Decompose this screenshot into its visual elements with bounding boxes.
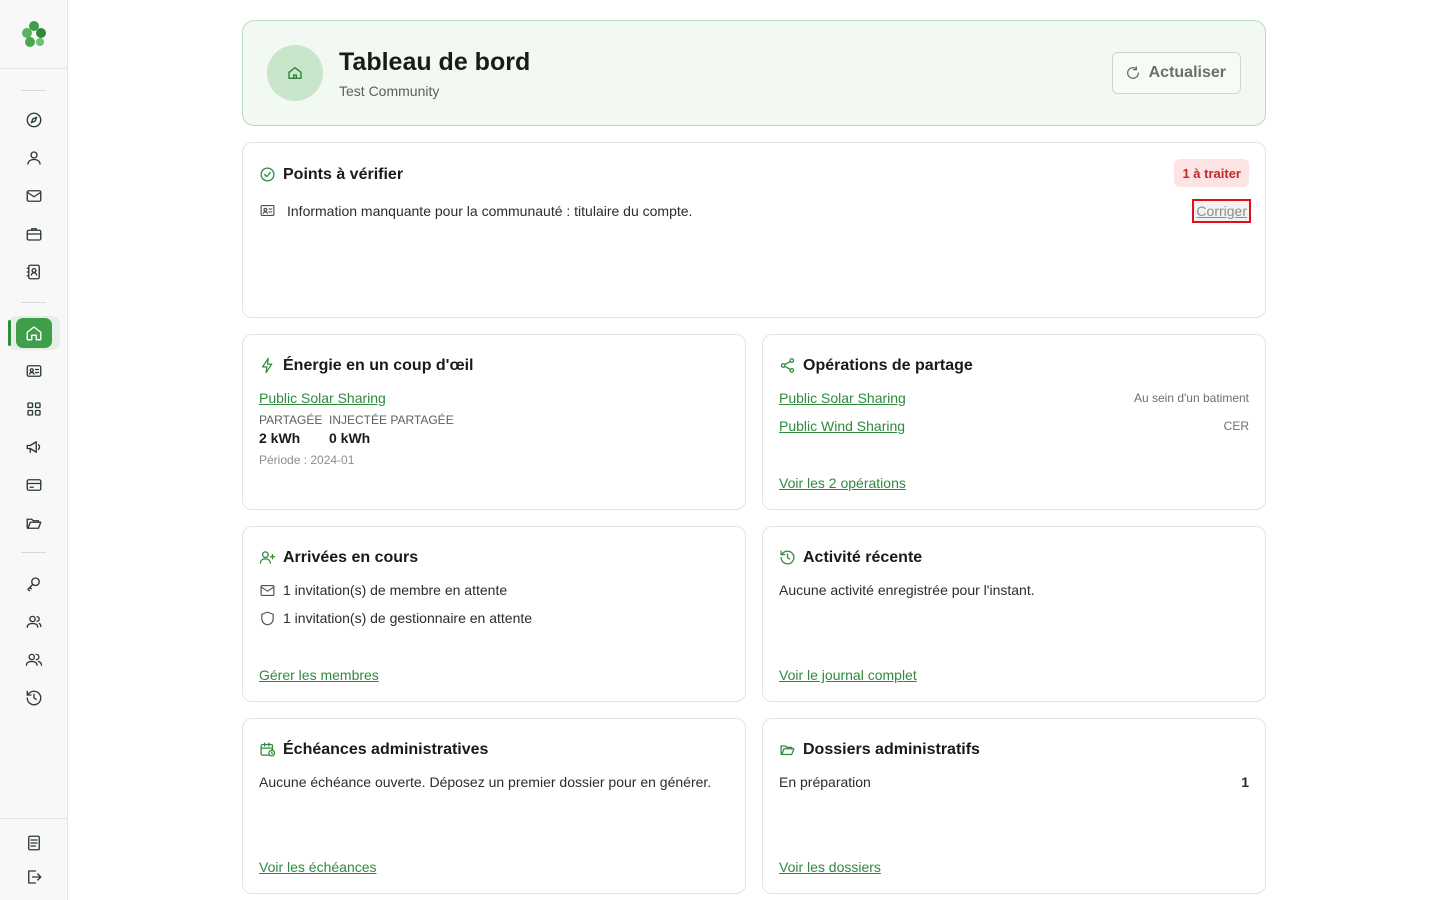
megaphone-icon[interactable] bbox=[23, 436, 45, 458]
checks-title: Points à vérifier bbox=[283, 166, 404, 183]
shared-value: 2 kWh bbox=[259, 430, 301, 446]
history-icon bbox=[779, 549, 797, 567]
check-circle-icon bbox=[259, 166, 277, 184]
credit-card-icon[interactable] bbox=[23, 474, 45, 496]
mail-icon[interactable] bbox=[23, 185, 45, 207]
files-status-count: 1 bbox=[1241, 774, 1249, 790]
user-icon[interactable] bbox=[23, 147, 45, 169]
sidebar-divider bbox=[21, 90, 46, 91]
briefcase-icon[interactable] bbox=[23, 223, 45, 245]
contact-book-icon[interactable] bbox=[23, 261, 45, 283]
energy-title: Énergie en un coup d'œil bbox=[283, 357, 474, 374]
grid-icon[interactable] bbox=[23, 398, 45, 420]
manage-members-link[interactable]: Gérer les membres bbox=[259, 667, 379, 683]
activity-title: Activité récente bbox=[803, 549, 923, 566]
operation-link[interactable]: Public Wind Sharing bbox=[779, 418, 905, 434]
clover-logo[interactable] bbox=[19, 19, 49, 49]
sidebar-divider bbox=[21, 302, 46, 303]
manager-invites-text: 1 invitation(s) de gestionnaire en atten… bbox=[283, 610, 533, 626]
view-operations-link[interactable]: Voir les 2 opérations bbox=[779, 475, 906, 491]
operations-card: Opérations de partage Public Solar Shari… bbox=[762, 334, 1266, 510]
operation-type: CER bbox=[1223, 419, 1249, 433]
checks-card: Points à vérifier 1 à traiter Informatio… bbox=[242, 142, 1266, 318]
activity-card: Activité récente Aucune activité enregis… bbox=[762, 526, 1266, 702]
home-icon bbox=[267, 45, 323, 101]
arrivals-card: Arrivées en cours 1 invitation(s) de mem… bbox=[242, 526, 746, 702]
lightning-icon bbox=[259, 357, 277, 375]
nav-active-indicator bbox=[8, 320, 11, 346]
folder-open-icon bbox=[779, 741, 797, 759]
journal-link[interactable]: Voir le journal complet bbox=[779, 667, 917, 683]
compass-icon[interactable] bbox=[23, 109, 45, 131]
deadlines-card: Échéances administratives Aucune échéanc… bbox=[242, 718, 746, 894]
activity-empty-text: Aucune activité enregistrée pour l'insta… bbox=[779, 582, 1035, 598]
id-card-icon[interactable] bbox=[23, 360, 45, 382]
energy-card: Énergie en un coup d'œil Public Solar Sh… bbox=[242, 334, 746, 510]
deadlines-empty-text: Aucune échéance ouverte. Déposez un prem… bbox=[259, 774, 712, 790]
sidebar bbox=[0, 0, 68, 900]
users-alt-icon[interactable] bbox=[23, 649, 45, 671]
files-title: Dossiers administratifs bbox=[803, 741, 980, 758]
shared-label: PARTAGÉE bbox=[259, 413, 323, 427]
pending-count-badge: 1 à traiter bbox=[1174, 159, 1249, 187]
operations-title: Opérations de partage bbox=[803, 357, 973, 374]
folder-open-icon[interactable] bbox=[23, 512, 45, 534]
deadlines-title: Échéances administratives bbox=[283, 741, 489, 758]
refresh-button[interactable]: Actualiser bbox=[1111, 52, 1241, 94]
page-title: Tableau de bord bbox=[339, 48, 531, 76]
view-files-link[interactable]: Voir les dossiers bbox=[779, 859, 881, 875]
calendar-clock-icon bbox=[259, 741, 277, 759]
logout-icon[interactable] bbox=[23, 866, 45, 888]
sidebar-divider bbox=[21, 552, 46, 553]
check-item-text: Information manquante pour la communauté… bbox=[287, 203, 693, 219]
user-plus-icon bbox=[259, 549, 277, 567]
shield-icon bbox=[259, 610, 276, 627]
operation-link[interactable]: Public Solar Sharing bbox=[779, 390, 906, 406]
share-icon bbox=[779, 357, 797, 375]
period-text: Période : 2024-01 bbox=[259, 453, 355, 467]
document-icon[interactable] bbox=[23, 832, 45, 854]
page-header: Tableau de bord Test Community Actualise… bbox=[242, 20, 1266, 126]
sidebar-divider bbox=[0, 68, 67, 69]
view-deadlines-link[interactable]: Voir les échéances bbox=[259, 859, 377, 875]
home-icon[interactable] bbox=[16, 318, 52, 348]
operation-type: Au sein d'un batiment bbox=[1133, 391, 1249, 405]
id-card-icon bbox=[259, 202, 276, 219]
history-icon[interactable] bbox=[23, 687, 45, 709]
community-name: Test Community bbox=[339, 83, 440, 99]
mail-icon bbox=[259, 582, 276, 599]
refresh-label: Actualiser bbox=[1148, 64, 1226, 81]
files-status-label: En préparation bbox=[779, 774, 871, 790]
sidebar-divider bbox=[0, 818, 67, 819]
injected-label: INJECTÉE PARTAGÉE bbox=[329, 413, 454, 427]
key-icon[interactable] bbox=[23, 573, 45, 595]
files-card: Dossiers administratifs En préparation 1… bbox=[762, 718, 1266, 894]
member-invites-text: 1 invitation(s) de membre en attente bbox=[283, 582, 508, 598]
arrivals-title: Arrivées en cours bbox=[283, 549, 419, 566]
fix-button[interactable]: Corriger bbox=[1192, 199, 1251, 223]
users-icon[interactable] bbox=[23, 611, 45, 633]
refresh-icon bbox=[1126, 66, 1139, 79]
energy-operation-link[interactable]: Public Solar Sharing bbox=[259, 390, 386, 406]
injected-value: 0 kWh bbox=[329, 430, 371, 446]
